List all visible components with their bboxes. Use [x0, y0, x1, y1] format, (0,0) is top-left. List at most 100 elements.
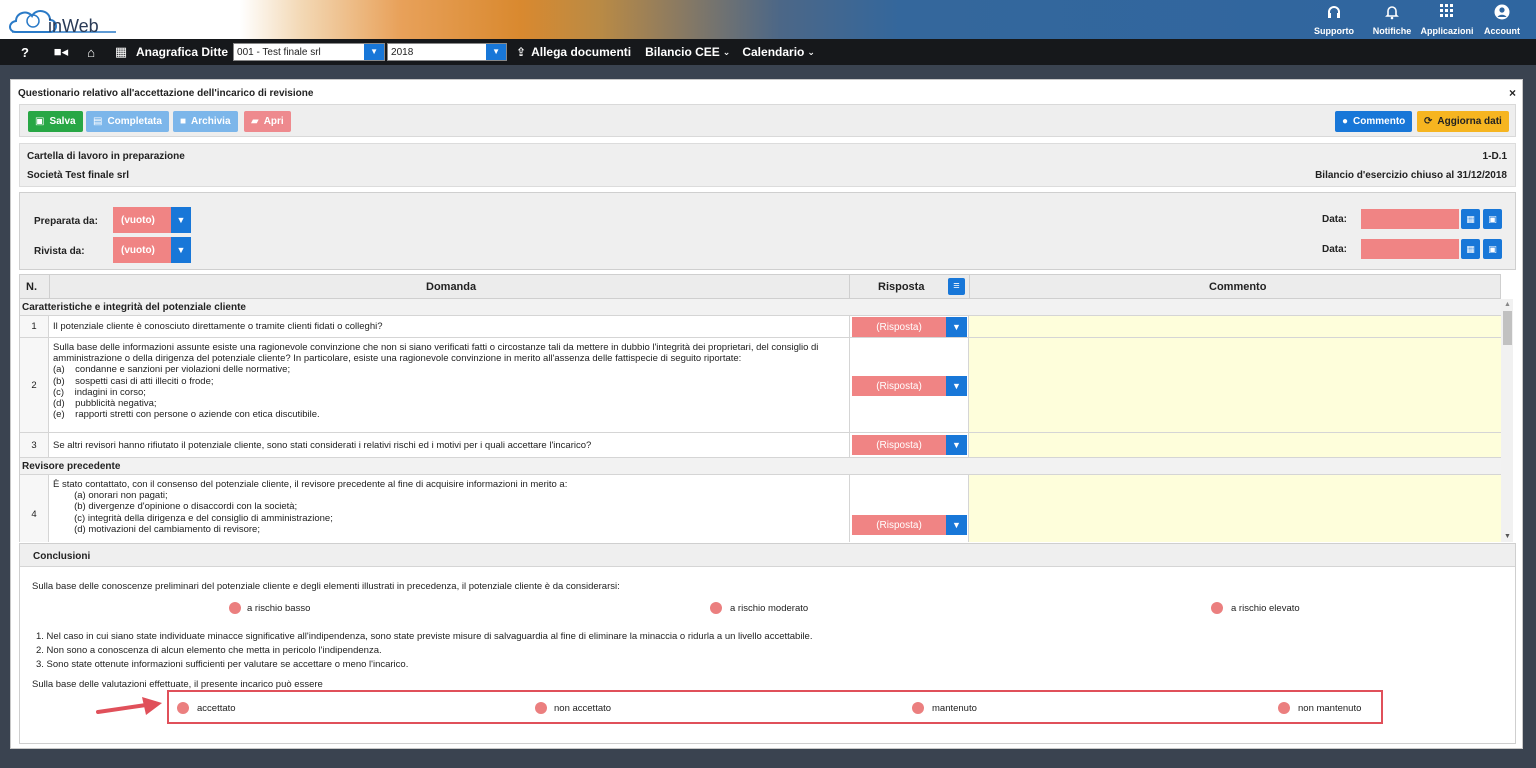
question-line: (c) indagini in corso;: [53, 386, 146, 398]
chevron-down-icon: ▼: [364, 44, 385, 60]
question-line: Il potenziale cliente è conosciuto diret…: [53, 321, 383, 332]
archive-icon: ■: [180, 116, 187, 127]
reviewed-by-label: Rivista da:: [34, 246, 85, 257]
reviewed-date-input[interactable]: [1361, 239, 1459, 259]
home-icon[interactable]: ⌂: [80, 45, 102, 60]
allega-documenti-link[interactable]: Allega documenti: [531, 45, 631, 59]
question-line: amministrazione o della dirigenza del po…: [53, 353, 742, 365]
answer-cell: (Risposta) ▼: [849, 433, 969, 457]
apri-label: Apri: [263, 116, 284, 127]
calendar-today-icon[interactable]: ▣: [1483, 239, 1502, 259]
annotation-arrow-icon: [96, 697, 162, 715]
prepared-date-input[interactable]: [1361, 209, 1459, 229]
refresh-label: Aggiorna dati: [1437, 116, 1502, 127]
questionnaire-modal: Questionario relativo all'accettazione d…: [10, 79, 1523, 749]
column-comment-header: Commento: [1209, 281, 1267, 293]
user-icon: [1470, 4, 1534, 24]
chevron-down-icon: ⌄: [722, 46, 731, 57]
upload-icon: ⇪: [516, 45, 527, 59]
question-line: (d) motivazioni del cambiamento di revis…: [53, 523, 260, 535]
row-number: 2: [20, 338, 49, 432]
question-line: Se altri revisori hanno rifiutato il pot…: [53, 440, 592, 451]
help-icon[interactable]: ?: [14, 45, 36, 60]
scrollbar-thumb[interactable]: [1503, 311, 1512, 345]
comment-cell[interactable]: [969, 475, 1502, 542]
answer-select[interactable]: (Risposta): [852, 317, 946, 337]
table-row: 3 Se altri revisori hanno rifiutato il p…: [20, 433, 1502, 458]
chevron-down-icon[interactable]: ▼: [946, 376, 967, 396]
row-number: 4: [20, 475, 49, 542]
comment-cell[interactable]: [969, 338, 1502, 432]
comment-label: Commento: [1353, 116, 1406, 127]
calendario-menu[interactable]: Calendario: [742, 45, 804, 59]
year-select[interactable]: 2018 ▼: [387, 43, 508, 61]
scroll-up-icon[interactable]: ▲: [1504, 301, 1511, 308]
radio-low-risk[interactable]: [229, 602, 241, 614]
chevron-down-icon: ⌄: [807, 46, 815, 57]
conclusion-point: 1. Nel caso in cui siano state individua…: [36, 631, 813, 642]
company-name: Società Test finale srl: [27, 170, 130, 181]
comment-button[interactable]: ● Commento: [1335, 111, 1413, 132]
completata-button[interactable]: ▤ Completata: [86, 111, 169, 132]
app-logo-text: inWeb: [48, 16, 99, 36]
account-button[interactable]: Account: [1470, 4, 1534, 36]
answer-select[interactable]: (Risposta): [852, 515, 946, 535]
clipboard-icon: ▤: [93, 116, 103, 127]
save-icon: ▣: [35, 116, 45, 127]
calendar-today-icon[interactable]: ▣: [1483, 209, 1502, 229]
question-line: (c) integrità della dirigenza e del cons…: [53, 512, 333, 524]
answer-select[interactable]: (Risposta): [852, 376, 946, 396]
answer-select[interactable]: (Risposta): [852, 435, 946, 455]
reviewed-date-label: Data:: [1322, 244, 1348, 255]
apri-button[interactable]: ▰ Apri: [244, 111, 291, 132]
table-header: N. Domanda Risposta ≡ Commento: [19, 274, 1501, 299]
radio-moderate-risk[interactable]: [710, 602, 722, 614]
column-question-header: Domanda: [426, 281, 477, 293]
bilancio-cee-menu[interactable]: Bilancio CEE: [645, 45, 720, 59]
refresh-data-button[interactable]: ⟳ Aggiorna dati: [1417, 111, 1509, 132]
chevron-down-icon[interactable]: ▼: [171, 237, 191, 263]
close-icon[interactable]: ×: [1509, 86, 1516, 100]
support-button[interactable]: Supporto: [1302, 4, 1366, 36]
chevron-down-icon[interactable]: ▼: [946, 435, 967, 455]
questions-table-body: Caratteristiche e integrità del potenzia…: [19, 299, 1509, 542]
table-scrollbar[interactable]: ▲ ▼: [1501, 299, 1513, 542]
radio-label: a rischio elevato: [1231, 603, 1300, 614]
archivia-label: Archivia: [191, 116, 231, 127]
column-number-header: N.: [26, 281, 37, 293]
support-label: Supporto: [1314, 26, 1354, 36]
chevron-down-icon[interactable]: ▼: [171, 207, 191, 233]
section-header: Revisore precedente: [20, 458, 1502, 475]
calendar-icon[interactable]: ▦: [1461, 209, 1480, 229]
workfolder-info: Cartella di lavoro in preparazione Socie…: [19, 143, 1516, 187]
row-number: 1: [20, 316, 49, 337]
company-select[interactable]: 001 - Test finale srl ▼: [233, 43, 386, 61]
question-line: È stato contattato, con il consenso del …: [53, 479, 568, 490]
comment-cell[interactable]: [969, 316, 1502, 337]
archivia-button[interactable]: ■ Archivia: [173, 111, 238, 132]
question-text: È stato contattato, con il consenso del …: [53, 479, 853, 535]
company-select-value: 001 - Test finale srl: [237, 46, 321, 58]
calendar-icon[interactable]: ▦: [1461, 239, 1480, 259]
building-icon: ▦: [114, 44, 128, 59]
save-button[interactable]: ▣ Salva: [28, 111, 83, 132]
fiscal-year-label: Bilancio d'esercizio chiuso al 31/12/201…: [1315, 170, 1507, 181]
table-row: 2 Sulla base delle informazioni assunte …: [20, 338, 1502, 433]
scroll-down-icon[interactable]: ▼: [1504, 533, 1511, 540]
document-code: 1-D.1: [1482, 151, 1507, 162]
chevron-down-icon[interactable]: ▼: [946, 317, 967, 337]
top-banner: inWeb Supporto Notifiche Applicazioni Ac…: [0, 0, 1536, 39]
account-label: Account: [1484, 26, 1520, 36]
video-icon[interactable]: ■◂: [50, 44, 72, 60]
answer-cell: (Risposta) ▼: [849, 338, 969, 432]
anagrafica-ditte-link[interactable]: Anagrafica Ditte: [136, 45, 228, 59]
radio-label: a rischio basso: [247, 603, 311, 614]
comment-cell[interactable]: [969, 433, 1502, 457]
section-header: Caratteristiche e integrità del potenzia…: [20, 299, 1502, 316]
answer-cell: (Risposta) ▼: [849, 475, 969, 542]
chevron-down-icon[interactable]: ▼: [946, 515, 967, 535]
final-assessment-text: Sulla base delle valutazioni effettuate,…: [32, 679, 323, 690]
list-menu-icon[interactable]: ≡: [948, 278, 965, 295]
radio-high-risk[interactable]: [1211, 602, 1223, 614]
question-line: (a) onorari non pagati;: [53, 490, 168, 502]
